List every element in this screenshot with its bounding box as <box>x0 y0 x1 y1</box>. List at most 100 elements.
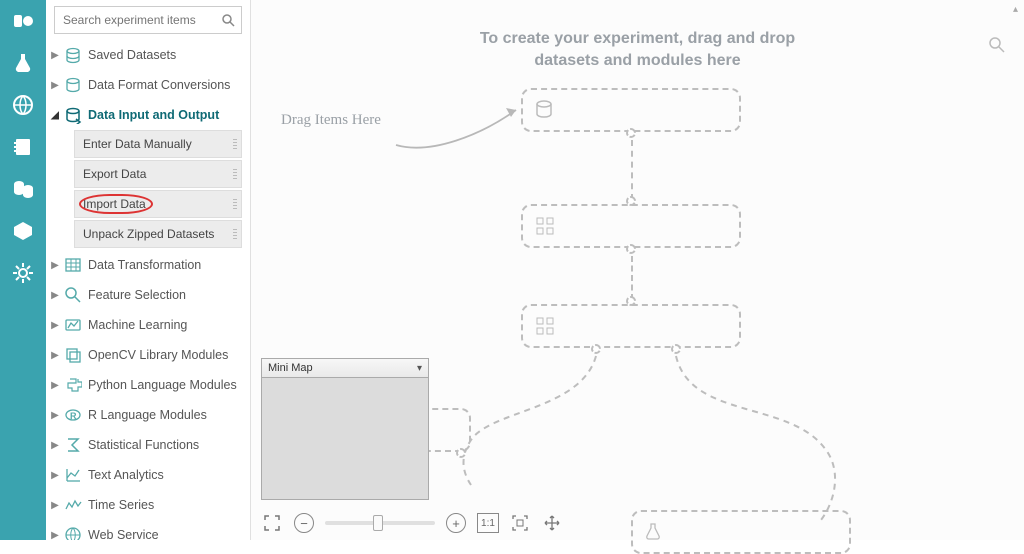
rail-item-notebook[interactable] <box>6 130 40 164</box>
r-icon: R <box>62 406 84 424</box>
zoom-actual-label: 1:1 <box>477 513 499 533</box>
search-icon <box>221 13 235 27</box>
category-label: Text Analytics <box>88 468 164 482</box>
caret-icon: ▶ <box>50 50 60 61</box>
placeholder-node-dataset <box>521 88 741 132</box>
scroll-up-icon[interactable]: ▴ <box>1013 4 1018 15</box>
category-data-input-output[interactable]: ◢ Data Input and Output <box>46 100 250 130</box>
grid-icon <box>62 256 84 274</box>
rail-item-globe[interactable] <box>6 88 40 122</box>
move-icon <box>543 514 561 532</box>
module-unpack-zipped-datasets[interactable]: Unpack Zipped Datasets <box>74 220 242 248</box>
caret-icon: ▶ <box>50 290 60 301</box>
package-icon <box>11 219 35 243</box>
category-statistical[interactable]: ▶ Statistical Functions <box>46 430 250 460</box>
rail-item-shapes[interactable] <box>6 4 40 38</box>
module-export-data[interactable]: Export Data <box>74 160 242 188</box>
category-label: Data Format Conversions <box>88 78 230 92</box>
search-box[interactable] <box>54 6 242 34</box>
caret-icon: ▶ <box>50 260 60 271</box>
rail-item-package[interactable] <box>6 214 40 248</box>
module-enter-data-manually[interactable]: Enter Data Manually <box>74 130 242 158</box>
module-label: Export Data <box>83 167 146 181</box>
text-chart-icon <box>62 466 84 484</box>
module-import-data[interactable]: Import Data <box>74 190 242 218</box>
slider-thumb[interactable] <box>373 515 383 531</box>
category-data-format-conversions[interactable]: ▶ Data Format Conversions <box>46 70 250 100</box>
placeholder-node-module-1 <box>521 204 741 248</box>
hint-line2: datasets and modules here <box>251 50 1024 72</box>
left-rail <box>0 0 46 540</box>
ml-icon <box>62 316 84 334</box>
caret-icon: ▶ <box>50 350 60 361</box>
module-label: Unpack Zipped Datasets <box>83 227 214 241</box>
zoom-slider[interactable] <box>325 521 435 525</box>
category-label: Data Transformation <box>88 258 201 272</box>
layers-icon <box>62 346 84 364</box>
minimap-body[interactable] <box>261 378 429 500</box>
python-icon <box>62 376 84 394</box>
svg-text:R: R <box>70 411 77 421</box>
grip-icon <box>233 169 237 181</box>
chevron-down-icon: ▾ <box>417 363 422 374</box>
minimap-panel: Mini Map ▾ <box>261 358 429 500</box>
rail-item-flask[interactable] <box>6 46 40 80</box>
experiment-canvas[interactable]: ▴ To create your experiment, drag and dr… <box>251 0 1024 540</box>
connector-line <box>631 140 633 200</box>
rail-item-storage[interactable] <box>6 172 40 206</box>
category-label: Time Series <box>88 498 154 512</box>
zoom-fit-icon <box>511 514 529 532</box>
category-machine-learning[interactable]: ▶ Machine Learning <box>46 310 250 340</box>
hint-line1: To create your experiment, drag and drop <box>251 28 1024 50</box>
storage-icon <box>11 177 35 201</box>
category-r[interactable]: ▶ R R Language Modules <box>46 400 250 430</box>
hint-arrow-icon <box>391 100 531 160</box>
category-list: ▶ Saved Datasets ▶ Data Format Conversio… <box>46 38 250 540</box>
placeholder-node-module-2 <box>521 304 741 348</box>
category-web-service[interactable]: ▶ Web Service <box>46 520 250 540</box>
pan-button[interactable] <box>541 512 563 534</box>
category-saved-datasets[interactable]: ▶ Saved Datasets <box>46 40 250 70</box>
database-stack-icon <box>62 46 84 64</box>
category-python[interactable]: ▶ Python Language Modules <box>46 370 250 400</box>
database-icon <box>62 76 84 94</box>
category-opencv[interactable]: ▶ OpenCV Library Modules <box>46 340 250 370</box>
search-input[interactable] <box>61 12 221 28</box>
zoom-fit-button[interactable] <box>509 512 531 534</box>
database-io-icon <box>62 106 84 124</box>
minimap-title: Mini Map <box>268 362 313 374</box>
sigma-icon <box>62 436 84 454</box>
module-icon <box>535 216 555 236</box>
fullscreen-icon <box>263 514 281 532</box>
magnifier-icon <box>62 286 84 304</box>
rail-item-settings[interactable] <box>6 256 40 290</box>
grip-icon <box>233 229 237 241</box>
category-time-series[interactable]: ▶ Time Series <box>46 490 250 520</box>
caret-icon: ▶ <box>50 380 60 391</box>
category-label: Data Input and Output <box>88 108 219 122</box>
caret-icon: ▶ <box>50 410 60 421</box>
category-text-analytics[interactable]: ▶ Text Analytics <box>46 460 250 490</box>
zoom-out-button[interactable]: − <box>293 512 315 534</box>
grip-icon <box>233 139 237 151</box>
category-feature-selection[interactable]: ▶ Feature Selection <box>46 280 250 310</box>
module-label: Enter Data Manually <box>83 137 192 151</box>
caret-icon: ▶ <box>50 80 60 91</box>
category-data-transformation[interactable]: ▶ Data Transformation <box>46 250 250 280</box>
caret-down-icon: ◢ <box>50 110 60 121</box>
minimap-header[interactable]: Mini Map ▾ <box>261 358 429 378</box>
fullscreen-button[interactable] <box>261 512 283 534</box>
zoom-actual-button[interactable]: 1:1 <box>477 512 499 534</box>
caret-icon: ▶ <box>50 440 60 451</box>
app-root: ▶ Saved Datasets ▶ Data Format Conversio… <box>0 0 1024 540</box>
notebook-icon <box>11 135 35 159</box>
zoom-toolbar: − + 1:1 <box>261 512 563 534</box>
port-icon <box>456 448 466 458</box>
placeholder-node-lower-right <box>631 510 851 554</box>
grip-icon <box>233 199 237 211</box>
port-icon <box>626 128 636 138</box>
zoom-in-button[interactable]: + <box>445 512 467 534</box>
flask-icon <box>11 51 35 75</box>
module-icon <box>535 316 555 336</box>
caret-icon: ▶ <box>50 530 60 541</box>
